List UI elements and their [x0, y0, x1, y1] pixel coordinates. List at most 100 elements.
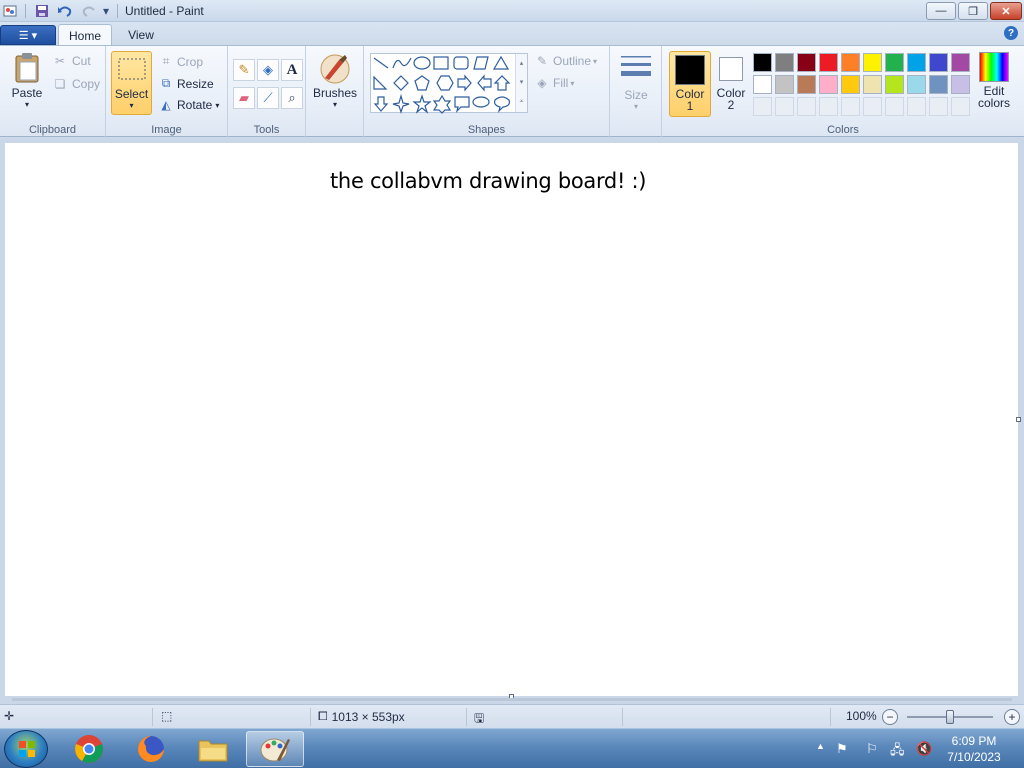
start-button[interactable] [4, 730, 48, 768]
show-hidden-icons[interactable]: ▲ [816, 741, 825, 751]
color-picker-tool[interactable]: ⟋ [257, 87, 279, 109]
select-button[interactable]: Select ▾ [111, 51, 152, 115]
outline-button[interactable]: ✎ Outline ▾ [534, 54, 597, 68]
taskbar-paint[interactable] [246, 731, 304, 767]
line-size-icon [621, 56, 651, 76]
paint-icon [260, 738, 290, 762]
color-swatch[interactable] [753, 75, 772, 94]
crop-button[interactable]: ⌗ Crop [158, 54, 203, 69]
chevron-down-icon: ▾ [332, 100, 337, 109]
line-shape-icon [373, 57, 389, 69]
color-swatch[interactable] [841, 53, 860, 72]
minimize-icon: — [935, 5, 947, 17]
custom-color-slot[interactable] [951, 97, 970, 116]
color-swatch[interactable] [907, 75, 926, 94]
custom-color-slot[interactable] [841, 97, 860, 116]
minimize-button[interactable]: — [926, 2, 956, 20]
rainbow-icon [979, 52, 1009, 82]
scroll-up-icon[interactable]: ▴ [516, 54, 527, 73]
expand-gallery-icon[interactable]: ⩡ [516, 92, 527, 111]
pentagon-shape-icon [414, 75, 430, 91]
taskbar-chrome[interactable] [60, 731, 118, 767]
cut-button[interactable]: ✂ Cut [52, 54, 91, 68]
color-swatch[interactable] [951, 75, 970, 94]
maximize-button[interactable]: ❐ [958, 2, 988, 20]
selection-size-icon: ⬚ [161, 709, 173, 723]
color-1-button[interactable]: Color 1 [669, 51, 711, 117]
network-icon[interactable]: 🖧 [890, 741, 905, 763]
color-2-button[interactable]: Color 2 [713, 51, 749, 117]
color-swatch[interactable] [929, 53, 948, 72]
custom-color-slot[interactable] [863, 97, 882, 116]
fill-tool[interactable]: ◈ [257, 59, 279, 81]
save-icon[interactable] [34, 3, 50, 19]
color-swatch[interactable] [863, 53, 882, 72]
action-center-alert-icon[interactable]: ⚐ [866, 741, 878, 757]
color-swatch[interactable] [819, 75, 838, 94]
cloud-callout-shape-icon [493, 96, 510, 113]
chevron-down-icon: ▾ [129, 101, 134, 110]
eraser-tool[interactable]: ▰ [233, 87, 255, 109]
help-icon[interactable]: ? [1004, 26, 1018, 40]
color-swatch[interactable] [753, 53, 772, 72]
paint-menu-button[interactable]: ☰ ▾ [0, 25, 56, 45]
color-swatch[interactable] [797, 75, 816, 94]
color-swatch[interactable] [929, 75, 948, 94]
custom-color-slot[interactable] [797, 97, 816, 116]
scroll-down-icon[interactable]: ▾ [516, 73, 527, 92]
color-swatch[interactable] [841, 75, 860, 94]
selection-icon [118, 58, 145, 80]
horizontal-scrollbar[interactable] [12, 698, 1012, 701]
zoom-in-button[interactable]: + [1004, 709, 1020, 725]
hexagon-shape-icon [436, 75, 454, 91]
custom-color-slot[interactable] [885, 97, 904, 116]
color-swatch[interactable] [797, 53, 816, 72]
volume-muted-icon[interactable]: 🔇 [916, 741, 932, 757]
canvas-workspace[interactable]: the collabvm drawing board! :) [0, 138, 1024, 704]
undo-icon[interactable] [56, 3, 74, 19]
status-separator [466, 708, 467, 726]
color-swatch[interactable] [907, 53, 926, 72]
brushes-group: Brushes ▾ [306, 46, 364, 138]
drawing-canvas[interactable]: the collabvm drawing board! :) [5, 143, 1018, 696]
color-swatch[interactable] [775, 75, 794, 94]
color-swatch[interactable] [885, 75, 904, 94]
copy-button[interactable]: ❏ Copy [52, 77, 100, 91]
pencil-tool[interactable]: ✎ [233, 59, 255, 81]
resize-handle-right[interactable] [1016, 417, 1021, 422]
brushes-button[interactable]: Brushes ▾ [312, 52, 358, 116]
taskbar-firefox[interactable] [122, 731, 180, 767]
custom-color-slot[interactable] [775, 97, 794, 116]
system-clock[interactable]: 6:09 PM 7/10/2023 [944, 733, 1004, 765]
tab-view[interactable]: View [116, 26, 166, 44]
zoom-out-button[interactable]: − [882, 709, 898, 725]
close-button[interactable]: ✕ [990, 2, 1022, 20]
custom-color-slot[interactable] [929, 97, 948, 116]
color-swatch[interactable] [885, 53, 904, 72]
action-center-icon[interactable]: ⚑ [836, 741, 848, 757]
text-tool[interactable]: A [281, 59, 303, 81]
color-swatch[interactable] [863, 75, 882, 94]
color-swatch[interactable] [951, 53, 970, 72]
fill-button[interactable]: ◈ Fill ▾ [534, 76, 574, 90]
edit-colors-button[interactable]: Edit colors [974, 52, 1014, 116]
taskbar-file-explorer[interactable] [184, 731, 242, 767]
redo-icon[interactable] [80, 3, 98, 19]
tab-home[interactable]: Home [58, 24, 112, 46]
custom-color-slot[interactable] [907, 97, 926, 116]
size-button[interactable]: Size ▾ [616, 52, 656, 116]
magnifier-tool[interactable]: ⌕ [281, 87, 303, 109]
customize-quick-access-icon[interactable]: ▾ [100, 3, 112, 19]
zoom-slider-thumb[interactable] [946, 710, 954, 724]
custom-color-slot[interactable] [753, 97, 772, 116]
resize-button[interactable]: ⧉ Resize [158, 76, 214, 91]
edit-colors-label-2: colors [977, 96, 1010, 110]
color-swatch[interactable] [819, 53, 838, 72]
paste-button[interactable]: Paste ▾ [8, 52, 46, 114]
color-swatch[interactable] [775, 53, 794, 72]
paint-app-icon[interactable] [2, 3, 18, 19]
shapes-scrollbar[interactable]: ▴ ▾ ⩡ [515, 54, 527, 112]
right-triangle-shape-icon [373, 75, 388, 90]
rotate-button[interactable]: ◭ Rotate ▾ [158, 98, 219, 112]
custom-color-slot[interactable] [819, 97, 838, 116]
